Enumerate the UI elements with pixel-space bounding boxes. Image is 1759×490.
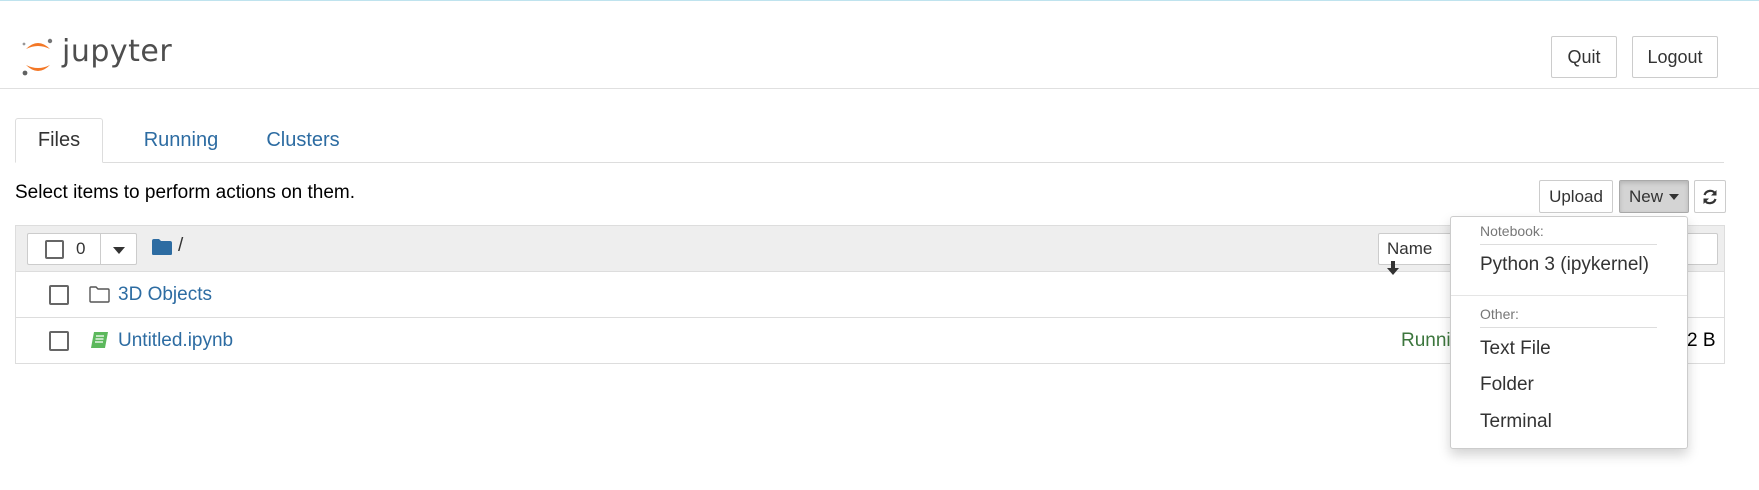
folder-icon[interactable] — [152, 238, 172, 256]
caret-down-icon — [1669, 193, 1679, 200]
divider — [1451, 295, 1687, 296]
divider — [1480, 327, 1657, 328]
select-all-checkbox[interactable] — [45, 240, 64, 259]
new-button-label: New — [1628, 186, 1663, 206]
select-all-control: 0 — [27, 233, 137, 265]
logo-text: jupyter — [62, 34, 173, 69]
selected-count: 0 — [76, 239, 86, 258]
select-menu-caret-icon[interactable] — [113, 247, 125, 254]
menu-item-text-file[interactable]: Text File — [1480, 338, 1551, 360]
menu-item-terminal[interactable]: Terminal — [1480, 411, 1552, 433]
menu-item-folder[interactable]: Folder — [1480, 374, 1534, 396]
sort-label: Name — [1387, 239, 1433, 258]
upload-button[interactable]: Upload — [1539, 180, 1613, 213]
tab-clusters[interactable]: Clusters — [249, 118, 357, 163]
divider — [1480, 244, 1657, 245]
running-status: Runni — [1401, 330, 1451, 351]
quit-button[interactable]: Quit — [1551, 36, 1617, 78]
breadcrumb-path[interactable]: / — [178, 235, 183, 257]
jupyter-logo-icon — [22, 38, 53, 76]
new-button[interactable]: New — [1619, 180, 1689, 213]
item-name-link[interactable]: 3D Objects — [118, 284, 212, 306]
tab-bar: Files Running Clusters — [15, 118, 1724, 163]
other-section-header: Other: — [1480, 306, 1519, 322]
tab-files[interactable]: Files — [15, 118, 103, 163]
item-name-link[interactable]: Untitled.ipynb — [118, 330, 233, 352]
refresh-button[interactable] — [1694, 180, 1726, 213]
new-dropdown-menu: Notebook: Python 3 (ipykernel) Other: Te… — [1450, 216, 1688, 449]
tab-running[interactable]: Running — [123, 118, 239, 163]
refresh-icon — [1703, 189, 1717, 204]
header: jupyter Quit Logout — [0, 1, 1759, 89]
file-size: 2 B — [1687, 330, 1716, 351]
notebook-icon — [91, 332, 108, 348]
menu-item-python3[interactable]: Python 3 (ipykernel) — [1480, 254, 1649, 276]
divider — [100, 234, 101, 264]
row-checkbox[interactable] — [49, 285, 69, 305]
row-checkbox[interactable] — [49, 331, 69, 351]
logout-button[interactable]: Logout — [1632, 36, 1718, 78]
folder-outline-icon — [89, 286, 110, 303]
sort-by-name-button[interactable]: Name — [1378, 233, 1458, 275]
notebook-section-header: Notebook: — [1480, 223, 1544, 239]
selection-hint: Select items to perform actions on them. — [15, 182, 356, 203]
